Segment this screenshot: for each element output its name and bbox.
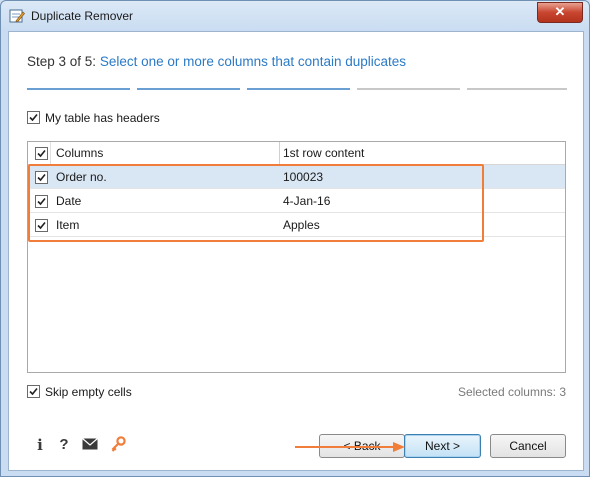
wizard-body: Step 3 of 5: Select one or more columns … — [8, 31, 584, 471]
table-row[interactable]: Item Apples — [28, 213, 565, 237]
row-first-content: 4-Jan-16 — [283, 194, 331, 208]
checkmark-icon — [37, 221, 46, 230]
help-icon[interactable]: ? — [55, 436, 73, 454]
checkmark-icon — [29, 388, 38, 396]
table-has-headers-checkbox[interactable] — [27, 111, 40, 125]
window-title: Duplicate Remover — [31, 9, 134, 23]
title-bar[interactable]: Duplicate Remover ✕ — [1, 1, 589, 31]
checkmark-icon — [37, 173, 46, 182]
table-row[interactable]: Order no. 100023 — [28, 165, 565, 189]
row-checkbox[interactable] — [35, 195, 48, 208]
row-column-name: Order no. — [56, 170, 107, 184]
checkmark-icon — [29, 114, 38, 122]
header-columns[interactable]: Columns — [56, 146, 103, 160]
checkmark-icon — [37, 197, 46, 206]
step-description: Select one or more columns that contain … — [99, 54, 406, 69]
key-icon[interactable] — [109, 436, 127, 454]
step-indicator: Step 3 of 5: — [27, 54, 97, 69]
table-has-headers-label: My table has headers — [45, 110, 160, 125]
step-header: Step 3 of 5: Select one or more columns … — [27, 54, 406, 69]
row-first-content: Apples — [283, 218, 320, 232]
column-divider[interactable] — [279, 142, 280, 164]
columns-grid: Columns 1st row content Order no. 100023… — [27, 141, 566, 373]
progress-step-1 — [27, 88, 130, 90]
row-column-name: Date — [56, 194, 82, 208]
close-button[interactable]: ✕ — [537, 2, 583, 23]
row-column-name: Item — [56, 218, 80, 232]
arrow-annotation — [295, 442, 405, 452]
close-icon: ✕ — [554, 4, 566, 19]
progress-step-5 — [467, 88, 567, 90]
next-button[interactable]: Next > — [404, 434, 481, 458]
dialog-window: Duplicate Remover ✕ Step 3 of 5: Select … — [0, 0, 590, 477]
table-has-headers-option[interactable]: My table has headers — [27, 110, 160, 125]
info-icon[interactable]: i — [31, 436, 49, 454]
progress-step-4 — [357, 88, 460, 90]
column-divider — [50, 142, 51, 164]
progress-step-2 — [137, 88, 240, 90]
progress-step-3 — [247, 88, 350, 90]
row-first-content: 100023 — [283, 170, 324, 184]
table-row[interactable]: Date 4-Jan-16 — [28, 189, 565, 213]
step-progress — [27, 88, 567, 90]
skip-empty-cells-label: Skip empty cells — [45, 384, 132, 399]
header-first-row-content[interactable]: 1st row content — [283, 146, 364, 160]
selected-columns-count: Selected columns: 3 — [457, 385, 566, 399]
grid-header: Columns 1st row content — [28, 142, 565, 165]
app-icon — [9, 8, 25, 24]
row-checkbox[interactable] — [35, 219, 48, 232]
mail-icon[interactable] — [81, 437, 99, 455]
row-checkbox[interactable] — [35, 171, 48, 184]
cancel-button[interactable]: Cancel — [490, 434, 566, 458]
skip-empty-cells-option[interactable]: Skip empty cells — [27, 384, 132, 399]
select-all-checkbox[interactable] — [35, 147, 48, 160]
checkmark-icon — [37, 149, 46, 158]
skip-empty-cells-checkbox[interactable] — [27, 385, 40, 399]
